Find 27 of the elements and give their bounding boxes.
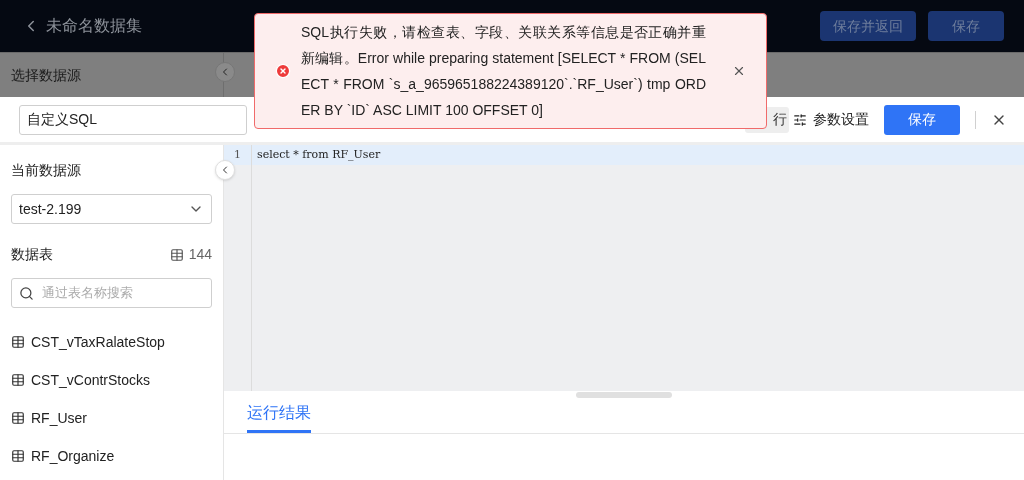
table-icon — [11, 373, 25, 387]
search-input[interactable]: 通过表名称搜索 — [42, 283, 204, 303]
table-icon — [169, 247, 184, 262]
error-message: SQL执行失败，请检查表、字段、关联关系等信息是否正确并重新编辑。Error while preparing statement [SELECT * FROM (SELECT * FROM `s_a_965965188224389120`.`RF_User`) tmp ORDER BY `ID` ASC LIMIT 100 OFFSET 0] — [301, 23, 706, 120]
table-list-item[interactable]: CST_vContrStocks — [11, 361, 212, 399]
source-select[interactable]: test-2.199 — [11, 194, 212, 224]
name-field[interactable]: 自定义SQL — [19, 104, 247, 135]
source-label: 当前数据源 — [11, 161, 82, 180]
table-icon — [11, 335, 25, 349]
table-icon — [11, 411, 25, 425]
tables-label: 数据表 — [11, 245, 53, 264]
error-icon — [275, 63, 291, 79]
search-field[interactable]: 通过表名称搜索 — [11, 278, 212, 308]
resize-handle[interactable] — [576, 392, 672, 398]
search-icon — [19, 285, 34, 301]
panel-title: 选择数据源 — [11, 65, 81, 85]
close-icon[interactable] — [732, 64, 746, 78]
page-title: 未命名数据集 — [46, 16, 142, 36]
params-button[interactable]: 参数设置 — [793, 109, 869, 130]
table-list-item[interactable]: RF_Organize — [11, 437, 212, 475]
sliders-icon — [793, 112, 807, 127]
result-tab[interactable]: 运行结果 — [247, 396, 311, 433]
tables-count: 144 — [188, 245, 212, 264]
table-list-item[interactable]: CST_vTaxRalateStop — [11, 323, 212, 361]
table-list-item[interactable]: RF_User — [11, 399, 212, 437]
save-button[interactable]: 保存 — [884, 104, 960, 135]
table-icon — [11, 449, 25, 463]
